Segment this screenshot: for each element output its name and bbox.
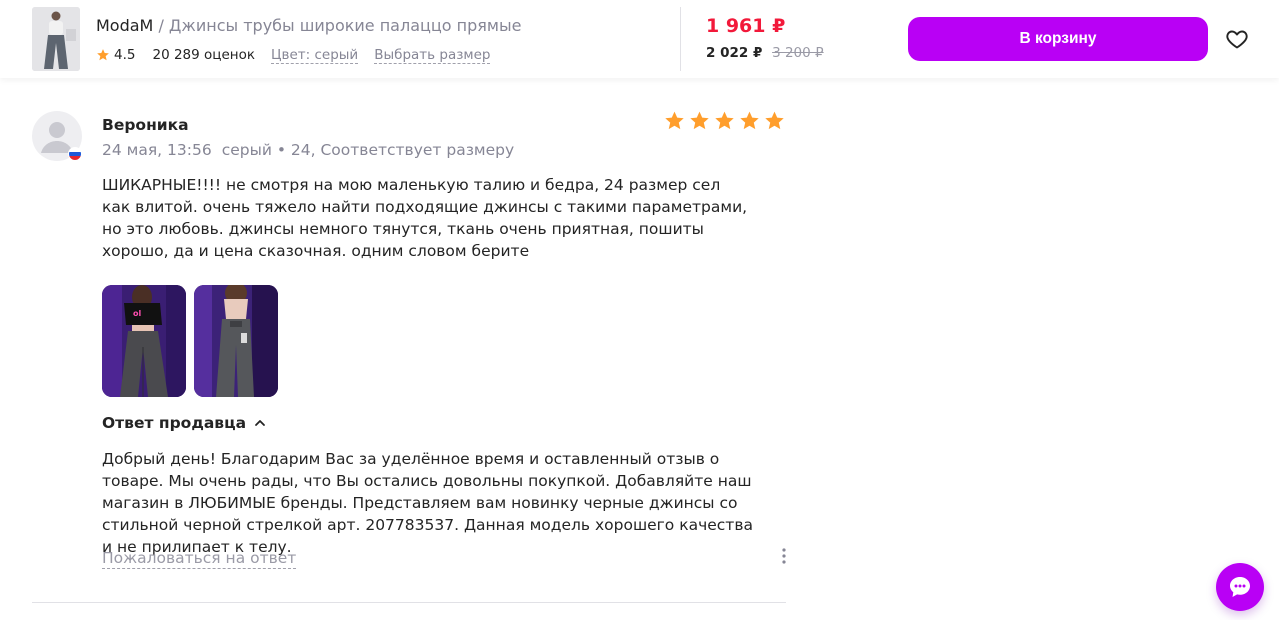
product-title[interactable]: ModaM / Джинсы трубы широкие палаццо пря… — [96, 16, 521, 36]
russia-flag-icon — [68, 147, 82, 161]
product-brand[interactable]: ModaM — [96, 16, 153, 35]
chat-bubble-icon — [1230, 577, 1250, 597]
review-meta: 24 мая, 13:56 серый • 24, Соответствует р… — [102, 141, 514, 159]
seller-reply-label: Ответ продавца — [102, 414, 247, 432]
review-purchase-details: серый • 24, Соответствует размеру — [221, 141, 515, 159]
product-header-bar: ModaM / Джинсы трубы широкие палаццо пря… — [0, 0, 1279, 78]
review-text: ШИКАРНЫЕ!!!! не смотря на мою маленькую … — [102, 176, 748, 260]
star-icon — [715, 111, 734, 130]
current-price: 1 961 ₽ — [706, 15, 786, 37]
title-separator: / — [153, 16, 169, 35]
chat-button[interactable] — [1216, 563, 1264, 611]
review-stars — [664, 110, 785, 131]
more-options-button[interactable] — [775, 546, 793, 566]
wallet-price: 2 022 ₽ — [706, 45, 763, 61]
heart-outline-icon — [1226, 30, 1248, 49]
star-icon — [97, 49, 109, 61]
complain-link[interactable]: Пожаловаться на ответ — [102, 549, 297, 569]
star-icon — [740, 111, 759, 130]
old-price: 3 200 ₽ — [772, 45, 824, 61]
price-details: 2 022 ₽ 3 200 ₽ — [706, 45, 824, 61]
review-photos: ol — [102, 285, 278, 397]
chevron-up-icon — [255, 420, 265, 426]
product-name: Джинсы трубы широкие палаццо прямые — [168, 16, 522, 35]
seller-reply-text: Добрый день! Благодарим Вас за уделённое… — [102, 450, 753, 556]
product-meta: 4.5 20 289 оценок Цвет: серый Выбрать ра… — [96, 46, 506, 64]
star-icon — [765, 111, 784, 130]
review-photo[interactable]: ol — [102, 285, 186, 397]
svg-text:ol: ol — [133, 309, 141, 318]
review-divider — [32, 602, 786, 603]
review-photo[interactable] — [194, 285, 278, 397]
review-date: 24 мая, 13:56 — [102, 141, 212, 159]
header-divider — [680, 7, 681, 71]
ratings-count[interactable]: 20 289 оценок — [152, 47, 255, 63]
add-to-cart-button[interactable]: В корзину — [908, 17, 1208, 61]
star-icon — [690, 111, 709, 130]
product-thumbnail[interactable] — [32, 7, 80, 71]
vertical-dots-icon — [782, 548, 786, 564]
product-rating: 4.5 — [114, 47, 136, 63]
size-selector-link[interactable]: Выбрать размер — [374, 47, 491, 64]
color-selector-link[interactable]: Цвет: серый — [271, 47, 359, 64]
star-icon — [665, 111, 684, 130]
seller-reply-toggle[interactable]: Ответ продавца — [102, 414, 266, 432]
favorite-button[interactable] — [1224, 26, 1250, 52]
review-author: Вероника — [102, 116, 189, 134]
